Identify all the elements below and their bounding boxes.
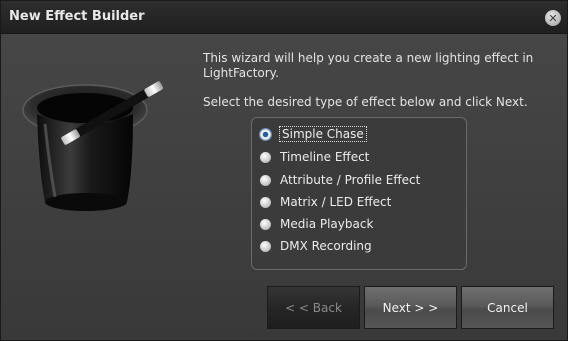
new-effect-builder-dialog: New Effect Builder ✕ This wizard will he…: [0, 0, 568, 341]
option-matrix-led-effect[interactable]: Matrix / LED Effect: [260, 193, 391, 211]
option-media-playback[interactable]: Media Playback: [260, 215, 373, 233]
option-timeline-effect[interactable]: Timeline Effect: [260, 148, 369, 166]
radio-button-icon[interactable]: [260, 151, 271, 163]
intro-text: This wizard will help you create a new l…: [203, 51, 534, 80]
radio-button-icon[interactable]: [260, 128, 271, 140]
option-label: DMX Recording: [280, 239, 372, 253]
radio-button-icon[interactable]: [260, 240, 271, 252]
effect-type-group: Simple Chase Timeline Effect Attribute /…: [251, 117, 467, 270]
wizard-body: This wizard will help you create a new l…: [1, 34, 567, 340]
title-bar[interactable]: New Effect Builder ✕: [1, 1, 567, 34]
option-dmx-recording[interactable]: DMX Recording: [260, 237, 372, 255]
instruction-text: Select the desired type of effect below …: [203, 95, 528, 109]
option-label: Media Playback: [280, 217, 374, 231]
option-label: Matrix / LED Effect: [280, 195, 392, 209]
option-label: Attribute / Profile Effect: [280, 173, 421, 187]
radio-button-icon[interactable]: [260, 174, 271, 186]
cancel-button[interactable]: Cancel: [461, 286, 554, 329]
magic-hat-wand-icon: [22, 81, 164, 211]
wizard-button-row: < < Back Next > > Cancel: [267, 286, 556, 329]
option-label: Timeline Effect: [280, 150, 370, 164]
option-label: Simple Chase: [279, 126, 367, 142]
window-title: New Effect Builder: [9, 9, 145, 24]
close-icon[interactable]: ✕: [545, 10, 561, 26]
option-simple-chase[interactable]: Simple Chase: [260, 125, 367, 143]
radio-button-icon[interactable]: [260, 196, 271, 208]
next-button[interactable]: Next > >: [364, 286, 457, 329]
option-attribute-profile-effect[interactable]: Attribute / Profile Effect: [260, 171, 420, 189]
radio-button-icon[interactable]: [260, 218, 271, 230]
back-button[interactable]: < < Back: [267, 286, 360, 329]
